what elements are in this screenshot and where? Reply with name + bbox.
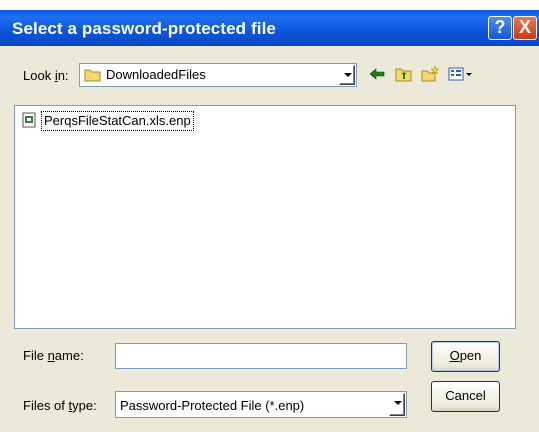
file-list[interactable]: PerqsFileStatCan.xls.enp (14, 105, 516, 329)
back-arrow-icon[interactable] (367, 64, 387, 84)
top-strip (0, 0, 539, 10)
file-name-field-label: File name: (23, 348, 84, 363)
look-in-dropdown-arrow[interactable] (339, 65, 355, 85)
window-title: Select a password-protected file (12, 19, 276, 38)
file-type-dropdown[interactable]: Password-Protected File (*.enp) (115, 391, 407, 418)
file-name-label: PerqsFileStatCan.xls.enp (41, 111, 194, 131)
folder-icon (84, 69, 101, 82)
view-menu-icon[interactable] (447, 64, 475, 84)
look-in-label: Look in: (23, 68, 69, 83)
look-in-value: DownloadedFiles (106, 67, 206, 82)
file-type-dropdown-arrow[interactable] (389, 393, 405, 416)
look-in-dropdown[interactable]: DownloadedFiles (79, 63, 357, 87)
title-bar[interactable]: Select a password-protected file ? X (0, 10, 539, 46)
close-icon: X (518, 17, 531, 37)
help-button[interactable]: ? (488, 16, 512, 40)
file-type-label: Files of type: (23, 398, 97, 413)
enp-file-icon (22, 112, 36, 128)
cancel-button[interactable]: Cancel (431, 381, 500, 412)
file-type-value: Password-Protected File (*.enp) (120, 398, 305, 413)
up-one-level-icon[interactable] (394, 64, 414, 84)
file-name-input[interactable] (115, 343, 407, 369)
new-folder-icon[interactable] (420, 64, 440, 84)
open-button[interactable]: Open (431, 341, 500, 372)
close-button[interactable]: X (513, 16, 537, 40)
help-icon: ? (494, 17, 506, 37)
